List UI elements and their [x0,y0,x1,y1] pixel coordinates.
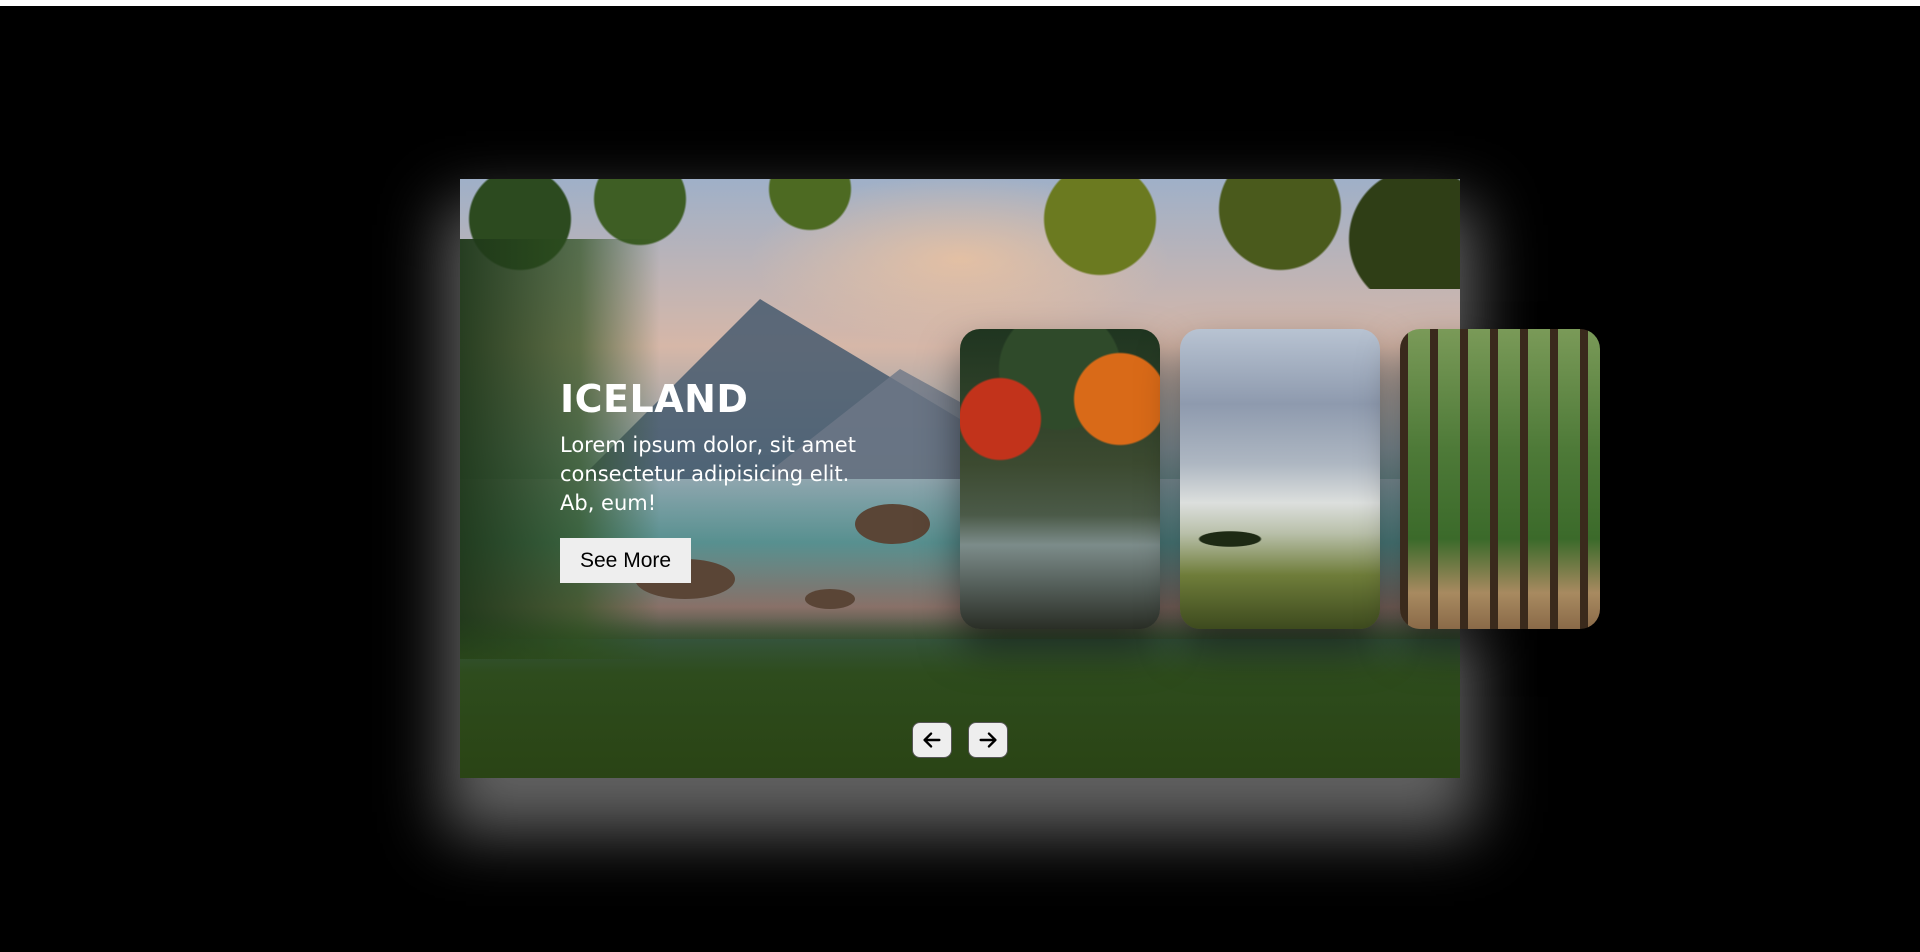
see-more-button[interactable]: See More [560,538,692,583]
thumbnail-card-misty-meadow[interactable] [1180,329,1380,629]
arrow-right-icon [979,732,997,748]
hero-description: Lorem ipsum dolor, sit amet consectetur … [560,433,856,515]
next-button[interactable] [968,722,1008,758]
slider-navigation [912,722,1008,758]
rock [805,589,855,609]
top-strip [0,0,1920,6]
thumbnail-card-forest-path[interactable] [1400,329,1600,629]
hero-content: ICELAND Lorem ipsum dolor, sit amet cons… [560,377,880,583]
arrow-left-icon [923,732,941,748]
hero-title: ICELAND [560,377,749,421]
thumbnail-card-autumn-forest[interactable] [960,329,1160,629]
image-slider: ICELAND Lorem ipsum dolor, sit amet cons… [460,179,1600,778]
previous-button[interactable] [912,722,952,758]
